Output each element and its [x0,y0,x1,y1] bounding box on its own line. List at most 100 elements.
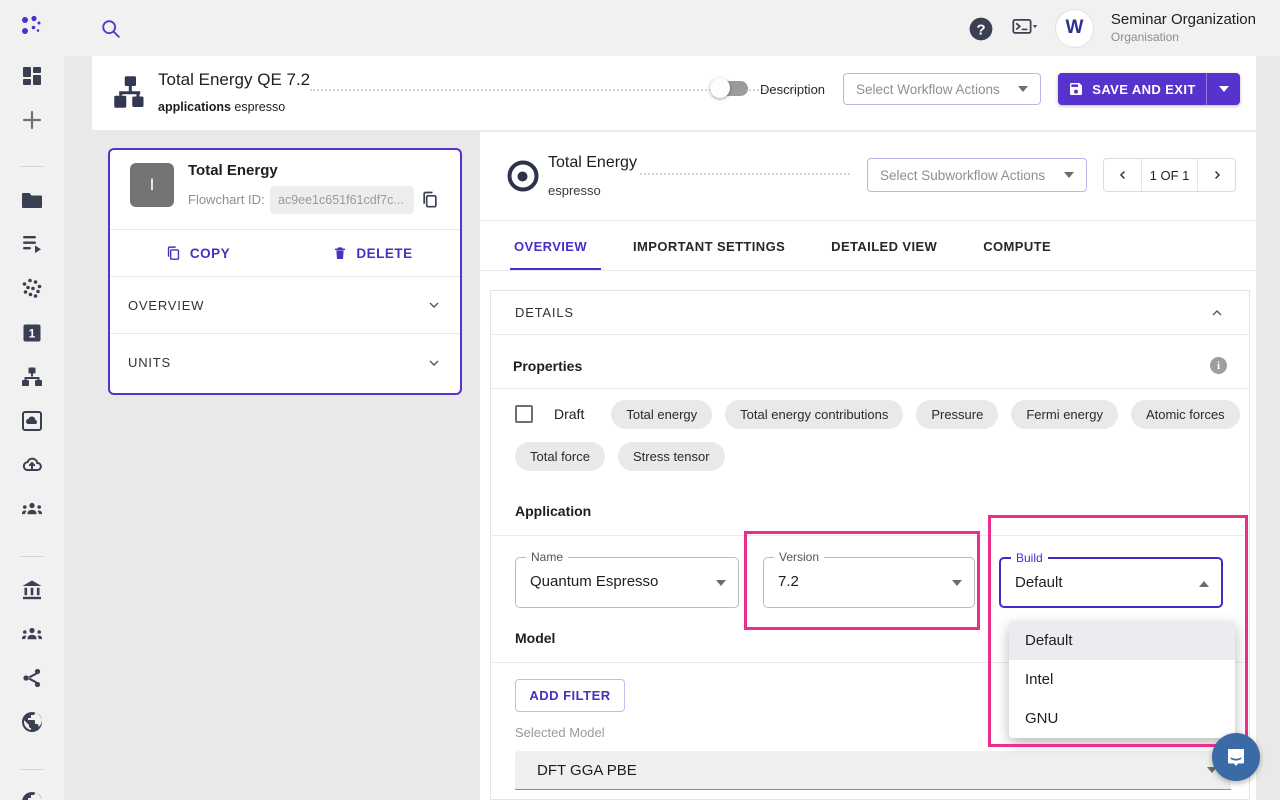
build-option-gnu[interactable]: GNU [1009,699,1235,738]
property-chip[interactable]: Fermi energy [1011,400,1118,429]
share-icon[interactable] [20,666,44,690]
org-block[interactable]: Seminar Organization Organisation [1111,11,1256,45]
workflow-header: Total Energy QE 7.2 applications espress… [92,56,1256,130]
team-icon[interactable] [20,497,44,521]
property-chip[interactable]: Total force [515,442,605,471]
chevron-left-icon [1116,168,1130,182]
subworkflow-actions-placeholder: Select Subworkflow Actions [880,168,1045,183]
details-header[interactable]: DETAILS [491,291,1249,335]
chevron-down-icon [1064,172,1074,178]
cloud-upload-icon[interactable] [20,453,44,477]
name-field-value: Quantum Espresso [530,573,658,590]
build-option-default[interactable]: Default [1009,621,1235,660]
property-chip[interactable]: Stress tensor [618,442,725,471]
cloud-box-icon[interactable] [20,409,44,433]
chevron-right-icon [1210,168,1224,182]
copy-button-label: COPY [190,246,230,261]
tab-important-settings[interactable]: IMPORTANT SETTINGS [633,222,785,270]
chevron-down-icon [952,580,962,586]
chat-icon [1224,745,1248,769]
chevron-up-icon [1199,581,1209,587]
subworkflow-actions-select[interactable]: Select Subworkflow Actions [867,158,1087,192]
tab-bar: OVERVIEW IMPORTANT SETTINGS DETAILED VIE… [514,222,1051,270]
delete-button-label: DELETE [356,246,412,261]
copy-icon [165,245,182,262]
help-icon[interactable]: ? [968,16,994,40]
search-icon[interactable] [100,18,122,40]
workflow-actions-select[interactable]: Select Workflow Actions [843,73,1041,105]
sidebar-divider [20,166,44,167]
workflow-title: Total Energy QE 7.2 [158,70,310,90]
delete-button[interactable]: DELETE [285,230,460,276]
org-subtitle: Organisation [1111,30,1256,45]
globe-icon[interactable] [20,710,44,734]
console-icon[interactable] [1012,16,1038,40]
sidebar-divider [20,769,44,770]
divider [480,220,1256,221]
properties-header: Properties i [491,343,1249,389]
subworkflow-panel: Total Energy espresso Select Subworkflow… [480,132,1256,800]
subworkflow-subtitle: espresso [548,183,601,198]
logo-icon[interactable] [18,14,48,44]
unit-card: I Total Energy Flowchart ID: ac9ee1c651f… [108,148,462,395]
details-header-label: DETAILS [515,305,574,320]
users-icon[interactable] [20,622,44,646]
property-chip[interactable]: Total energy contributions [725,400,903,429]
folder-icon[interactable] [20,188,44,212]
info-icon[interactable]: i [1210,357,1227,374]
build-dropdown-menu: Default Intel GNU [1009,621,1235,738]
application-version-select[interactable]: Version 7.2 [763,557,975,608]
tab-compute[interactable]: COMPUTE [983,222,1051,270]
card-section-overview[interactable]: OVERVIEW [110,277,460,334]
bank-icon[interactable] [20,578,44,602]
build-option-intel[interactable]: Intel [1009,660,1235,699]
description-toggle[interactable] [712,81,748,96]
workflow-actions-placeholder: Select Workflow Actions [856,82,1000,97]
job-list-icon[interactable] [20,232,44,256]
flowchart-id-value[interactable]: ac9ee1c651f61cdf7c... [270,186,414,214]
divider [480,270,1256,271]
draft-checkbox[interactable] [515,405,533,423]
chat-bubble-button[interactable] [1212,733,1260,781]
workflow-subtitle: applications espresso [158,100,285,114]
tab-detailed-view[interactable]: DETAILED VIEW [831,222,937,270]
chevron-down-icon [1219,86,1229,92]
build-field-label: Build [1011,551,1048,565]
property-chip[interactable]: Pressure [916,400,998,429]
model-section-label: Model [515,630,555,646]
add-filter-button[interactable]: ADD FILTER [515,679,625,712]
properties-chips-row-2: Total force Stress tensor [515,441,1273,471]
entity-one-icon[interactable]: 1 [20,321,44,345]
property-chip[interactable]: Atomic forces [1131,400,1240,429]
next-page-button[interactable] [1198,159,1235,191]
prev-page-button[interactable] [1104,159,1141,191]
tab-overview[interactable]: OVERVIEW [514,222,587,270]
org-name: Seminar Organization [1111,11,1256,30]
copy-button[interactable]: COPY [110,230,285,276]
card-section-units[interactable]: UNITS [110,334,460,391]
details-section: DETAILS Properties i Draft Total energy … [490,290,1250,800]
selected-model-value: DFT GGA PBE [537,762,637,779]
workflows-flowchart-icon[interactable] [20,365,44,389]
globe-clipped-icon[interactable] [20,790,44,800]
properties-label: Properties [513,358,582,374]
pagination: 1 OF 1 [1103,158,1236,192]
chevron-down-icon [1018,86,1028,92]
page-indicator: 1 OF 1 [1141,159,1198,191]
save-dropdown-caret[interactable] [1206,73,1240,105]
application-build-select[interactable]: Build Default [999,557,1223,608]
add-icon[interactable] [20,108,44,132]
dashboard-icon[interactable] [20,64,44,88]
property-chip[interactable]: Total energy [611,400,712,429]
save-icon [1068,81,1084,97]
toggle-knob [710,78,730,98]
properties-chips-row-1: Draft Total energy Total energy contribu… [515,399,1273,429]
application-name-select[interactable]: Name Quantum Espresso [515,557,739,608]
workflow-flowchart-icon [112,74,148,110]
avatar[interactable]: W [1056,10,1093,47]
selected-model-select[interactable]: DFT GGA PBE [515,751,1231,790]
materials-dots-icon[interactable] [20,277,44,301]
application-section-label: Application [515,503,591,519]
save-and-exit-button[interactable]: SAVE AND EXIT [1058,73,1240,105]
copy-id-icon[interactable] [420,190,440,210]
